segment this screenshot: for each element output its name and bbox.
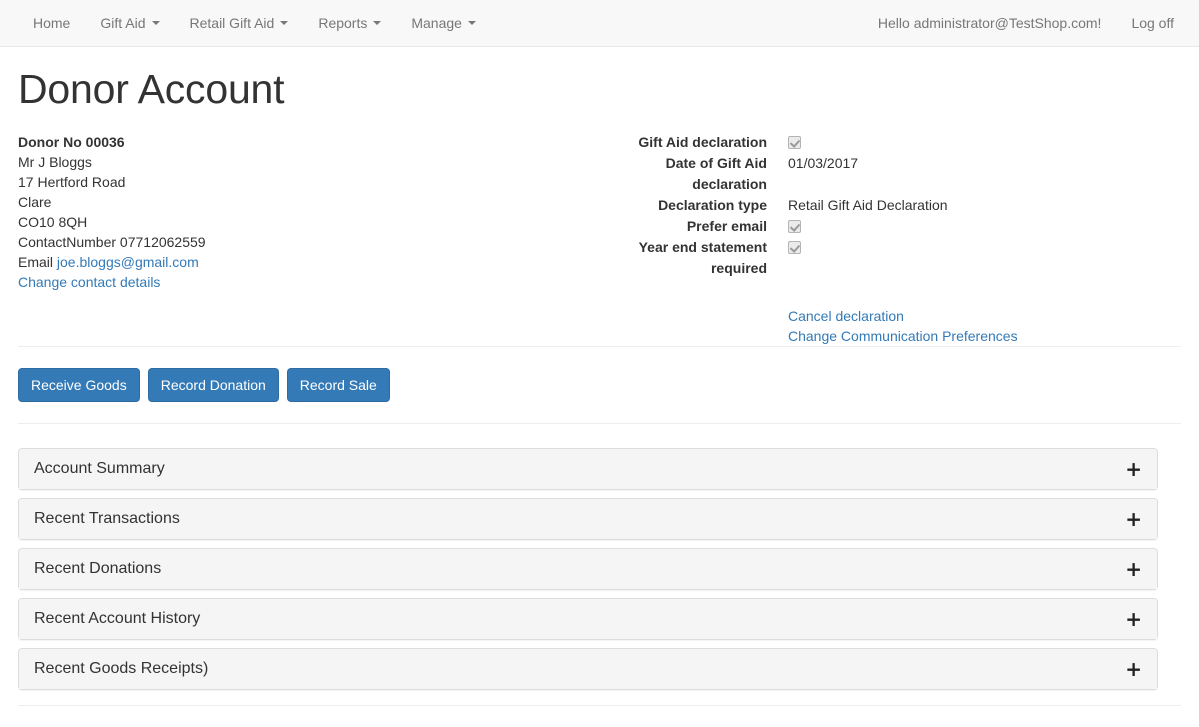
- declaration-term: Declaration type: [658, 197, 767, 214]
- donor-number: Donor No 00036: [18, 134, 125, 151]
- panel-recent-transactions: Recent Transactions +: [18, 498, 1158, 541]
- panel-title: Recent Transactions: [34, 510, 180, 527]
- panel-header[interactable]: Account Summary +: [19, 449, 1157, 490]
- record-sale-button[interactable]: Record Sale: [286, 368, 390, 403]
- email-label: Email: [18, 254, 54, 271]
- panel-header[interactable]: Recent Goods Receipts) +: [19, 649, 1157, 690]
- cancel-declaration-link[interactable]: Cancel declaration: [788, 306, 1179, 326]
- panel-title: Recent Goods Receipts): [34, 660, 209, 677]
- nav-item-label: Reports: [318, 15, 368, 31]
- main-navbar: Home Gift Aid Retail Gift Aid Reports Ma…: [0, 0, 1199, 47]
- declaration-term: Gift Aid declaration: [638, 134, 767, 151]
- user-greeting-link[interactable]: Hello administrator@TestShop.com!: [863, 0, 1117, 46]
- declaration-term: Prefer email: [686, 218, 767, 235]
- panel-recent-account-history: Recent Account History +: [18, 598, 1158, 641]
- page-container: Donor Account Donor No 00036 Mr J Bloggs…: [0, 66, 1199, 727]
- gift-aid-declaration-checkbox[interactable]: [788, 136, 801, 150]
- chevron-down-icon: [280, 21, 289, 25]
- declaration-row: Date of Gift Aid declaration 01/03/2017: [603, 153, 1179, 195]
- plus-icon[interactable]: +: [1125, 659, 1142, 679]
- declaration-row: Year end statement required: [603, 237, 1179, 279]
- donor-details-column: Donor No 00036 Mr J Bloggs 17 Hertford R…: [18, 132, 603, 346]
- nav-item-reports[interactable]: Reports: [303, 0, 396, 46]
- chevron-down-icon: [151, 21, 160, 25]
- donor-town: Clare: [18, 194, 52, 211]
- donor-name: Mr J Bloggs: [18, 154, 92, 171]
- accordion: Account Summary + Recent Transactions + …: [18, 448, 1181, 691]
- footer-divider: [18, 705, 1181, 707]
- plus-icon[interactable]: +: [1125, 509, 1142, 529]
- declaration-value: Retail Gift Aid Declaration: [788, 197, 948, 214]
- nav-item-gift-aid[interactable]: Gift Aid: [85, 0, 174, 46]
- donor-postcode: CO10 8QH: [18, 214, 88, 231]
- donor-email-row: Email joe.bloggs@gmail.com: [18, 252, 593, 272]
- footer: © 2017 - Gift Aid Recorder: [18, 705, 1181, 727]
- change-communication-preferences-link[interactable]: Change Communication Preferences: [788, 326, 1179, 346]
- action-buttons: Receive Goods Record Donation Record Sal…: [18, 368, 1181, 403]
- divider-below-actions: [18, 423, 1181, 425]
- divider-above-actions: [18, 346, 1181, 348]
- plus-icon[interactable]: +: [1125, 559, 1142, 579]
- plus-icon[interactable]: +: [1125, 459, 1142, 479]
- donor-email-link[interactable]: joe.bloggs@gmail.com: [57, 254, 199, 270]
- panel-title: Recent Account History: [34, 610, 201, 627]
- panel-recent-donations: Recent Donations +: [18, 548, 1158, 591]
- nav-item-label: Home: [33, 15, 71, 31]
- log-off-link[interactable]: Log off: [1116, 0, 1189, 46]
- nav-item-label: Manage: [411, 15, 462, 31]
- declaration-term: Year end statement required: [638, 239, 767, 277]
- plus-icon[interactable]: +: [1125, 609, 1142, 629]
- change-contact-details-link[interactable]: Change contact details: [18, 274, 160, 290]
- nav-item-manage[interactable]: Manage: [396, 0, 491, 46]
- nav-item-label: Retail Gift Aid: [189, 15, 275, 31]
- panel-header[interactable]: Recent Account History +: [19, 599, 1157, 640]
- chevron-down-icon: [467, 21, 476, 25]
- panel-title: Recent Donations: [34, 560, 162, 577]
- panel-recent-goods-receipts: Recent Goods Receipts) +: [18, 648, 1158, 691]
- declaration-definition-list: Gift Aid declaration Date of Gift Aid de…: [603, 132, 1179, 279]
- declaration-links: Cancel declaration Change Communication …: [788, 306, 1179, 346]
- gift-aid-declaration-column: Gift Aid declaration Date of Gift Aid de…: [603, 132, 1179, 346]
- declaration-value: 01/03/2017: [788, 155, 859, 172]
- declaration-row: Gift Aid declaration: [603, 132, 1179, 153]
- nav-item-home[interactable]: Home: [18, 0, 85, 46]
- panel-header[interactable]: Recent Transactions +: [19, 499, 1157, 540]
- navbar-user-links: Hello administrator@TestShop.com! Log of…: [863, 0, 1189, 46]
- declaration-row: Prefer email: [603, 216, 1179, 237]
- panel-account-summary: Account Summary +: [18, 448, 1158, 491]
- panel-title: Account Summary: [34, 460, 165, 477]
- declaration-term: Date of Gift Aid declaration: [665, 155, 767, 193]
- donor-address-line1: 17 Hertford Road: [18, 174, 126, 191]
- nav-item-label: Gift Aid: [100, 15, 146, 31]
- declaration-value: [788, 237, 1179, 258]
- record-donation-button[interactable]: Record Donation: [147, 368, 279, 403]
- change-contact-details-row: Change contact details: [18, 272, 593, 292]
- chevron-down-icon: [373, 21, 382, 25]
- declaration-value: [788, 132, 1179, 153]
- navbar-primary-links: Home Gift Aid Retail Gift Aid Reports Ma…: [18, 0, 491, 46]
- year-end-statement-checkbox[interactable]: [788, 241, 801, 255]
- page-title: Donor Account: [18, 66, 285, 112]
- nav-item-retail-gift-aid[interactable]: Retail Gift Aid: [175, 0, 304, 46]
- declaration-value: [788, 216, 1179, 237]
- panel-header[interactable]: Recent Donations +: [19, 549, 1157, 590]
- donor-contact-number: ContactNumber 07712062559: [18, 234, 206, 251]
- receive-goods-button[interactable]: Receive Goods: [18, 368, 140, 403]
- prefer-email-checkbox[interactable]: [788, 220, 801, 234]
- donor-info-row: Donor No 00036 Mr J Bloggs 17 Hertford R…: [18, 132, 1181, 346]
- declaration-row: Declaration type Retail Gift Aid Declara…: [603, 195, 1179, 216]
